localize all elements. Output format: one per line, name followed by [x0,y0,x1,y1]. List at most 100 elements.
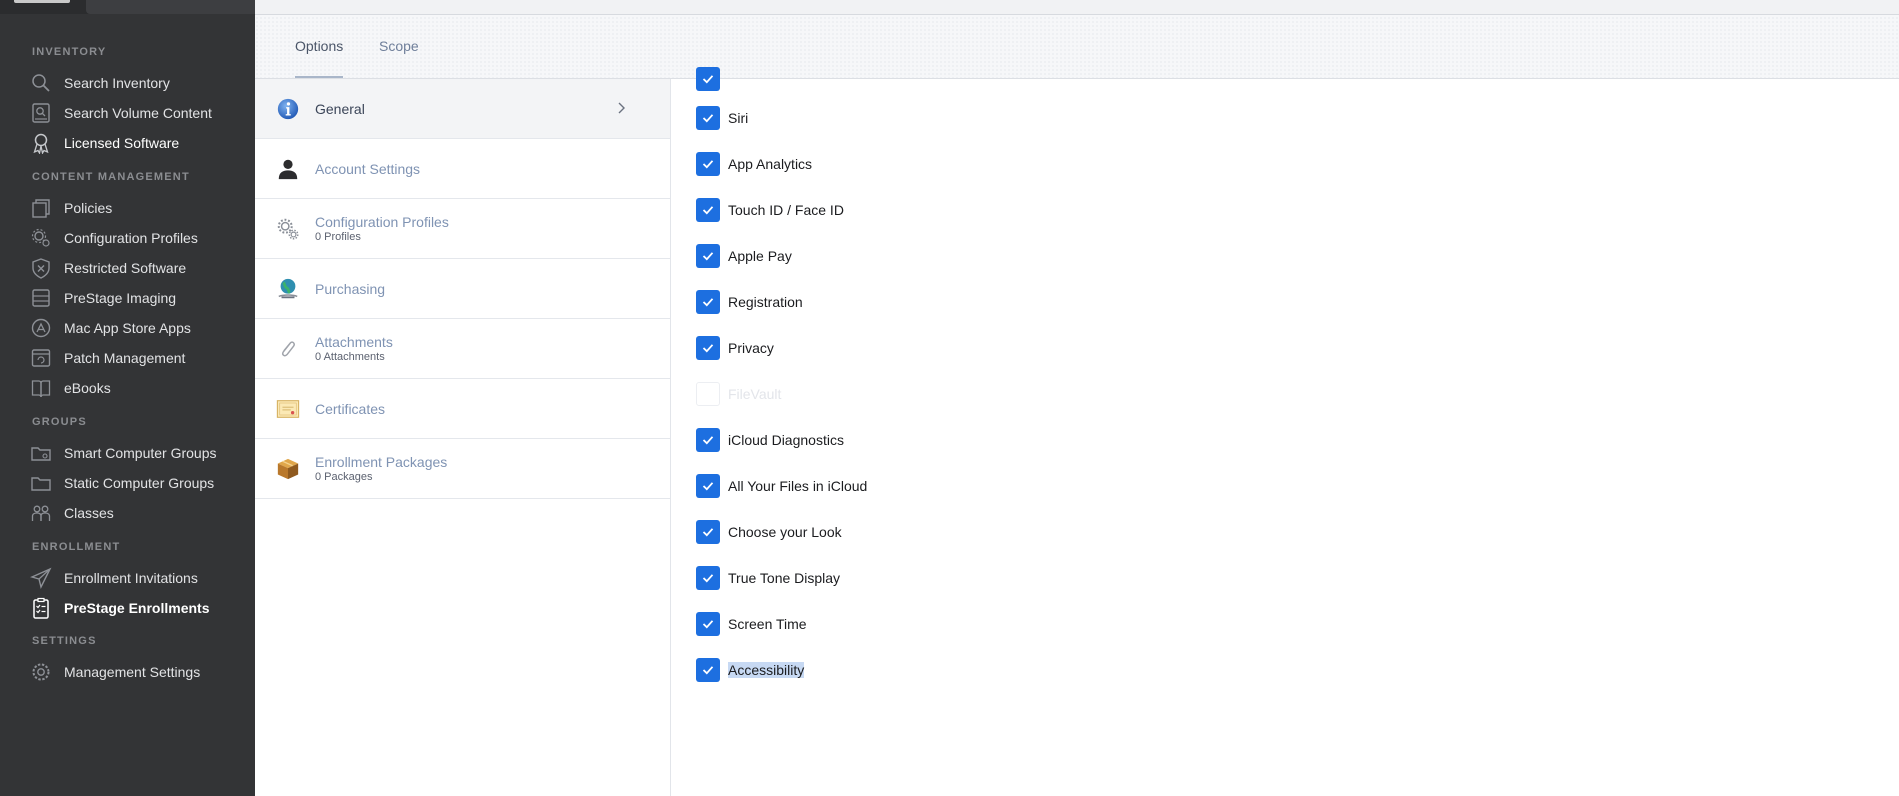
nav-section-inventory: INVENTORY [32,46,107,58]
sidebar-item-label: Patch Management [64,350,186,366]
option-checkbox-disabled [696,382,720,406]
sidebar-item-label: Configuration Profiles [64,230,198,246]
gears-icon [30,227,52,249]
option-label: Screen Time [728,616,807,632]
globe-icon [275,276,301,302]
option-choose-your-look[interactable]: Choose your Look [696,519,842,545]
payload-purchasing[interactable]: Purchasing [255,259,670,319]
tab-scope[interactable]: Scope [379,38,419,78]
sidebar-item-configuration-profiles[interactable]: Configuration Profiles [0,223,255,253]
payload-configuration-profiles[interactable]: Configuration Profiles 0 Profiles [255,199,670,259]
option-checkbox[interactable] [696,67,720,91]
sidebar-item-search-inventory[interactable]: Search Inventory [0,68,255,98]
option-siri[interactable]: Siri [696,105,748,131]
option-checkbox[interactable] [696,290,720,314]
payload-general[interactable]: General [255,79,670,139]
sidebar-item-patch-management[interactable]: Patch Management [0,343,255,373]
search-icon [30,72,52,94]
option-touch-id-face-id[interactable]: Touch ID / Face ID [696,197,844,223]
option-checkbox[interactable] [696,474,720,498]
checkmark-icon [702,528,714,537]
sidebar-item-label: Static Computer Groups [64,475,215,491]
sidebar-item-management-settings[interactable]: Management Settings [0,657,255,687]
option-label: App Analytics [728,156,813,172]
sidebar-item-policies[interactable]: Policies [0,193,255,223]
option-true-tone-display[interactable]: True Tone Display [696,565,840,591]
option-checkbox[interactable] [696,152,720,176]
payload-attachments[interactable]: Attachments 0 Attachments [255,319,670,379]
sidebar-item-enrollment-invitations[interactable]: Enrollment Invitations [0,563,255,593]
info-icon [275,96,301,122]
sidebar-item-smart-computer-groups[interactable]: Smart Computer Groups [0,438,255,468]
option-apple-pay[interactable]: Apple Pay [696,243,792,269]
option-privacy[interactable]: Privacy [696,335,774,361]
checkmark-icon [702,436,714,445]
certificate-icon [275,396,301,422]
option-screen-time[interactable]: Screen Time [696,611,807,637]
license-ribbon-icon [30,132,52,154]
option-checkbox[interactable] [696,244,720,268]
payload-certificates[interactable]: Certificates [255,379,670,439]
option-icloud-diagnostics[interactable]: iCloud Diagnostics [696,427,844,453]
people-icon [30,502,52,524]
payload-account-settings[interactable]: Account Settings [255,139,670,199]
option-label: Apple Pay [728,248,792,264]
payload-title: Attachments [315,334,393,350]
sidebar-item-static-computer-groups[interactable]: Static Computer Groups [0,468,255,498]
sidebar-item-label: Smart Computer Groups [64,445,217,461]
checkmark-icon [702,75,714,84]
option-app-analytics[interactable]: App Analytics [696,151,812,177]
option-registration[interactable]: Registration [696,289,803,315]
nav-section-content-management: CONTENT MANAGEMENT [32,171,190,183]
payload-subtitle: 0 Packages [315,471,373,483]
payload-title: Account Settings [315,160,421,177]
option-label: Touch ID / Face ID [728,202,844,218]
checkmark-icon [702,298,714,307]
option-label: Siri [728,110,749,126]
option-checkbox[interactable] [696,106,720,130]
sidebar-item-search-volume-content[interactable]: Search Volume Content [0,98,255,128]
payload-list: General Account Settings Configuration P… [255,79,671,796]
payload-enrollment-packages[interactable]: Enrollment Packages 0 Packages [255,439,670,499]
sidebar-item-ebooks[interactable]: eBooks [0,373,255,403]
payload-subtitle: 0 Attachments [315,351,385,363]
option-all-your-files-in-icloud[interactable]: All Your Files in iCloud [696,473,867,499]
smart-folder-icon [30,442,52,464]
sidebar-item-label: Policies [64,200,113,216]
sidebar: INVENTORY Search Inventory Search Volume… [0,0,255,796]
checkmark-icon [702,666,714,675]
option-checkbox[interactable] [696,658,720,682]
nav-section-enrollment: ENROLLMENT [32,541,121,553]
payload-title: General [315,100,365,117]
sidebar-item-label: Licensed Software [64,135,180,151]
sidebar-item-prestage-enrollments[interactable]: PreStage Enrollments [0,593,255,623]
option-checkbox[interactable] [696,612,720,636]
option-filevault: FileVault [696,381,781,407]
sidebar-item-licensed-software[interactable]: Licensed Software [0,128,255,158]
payload-title: Purchasing [315,280,386,297]
global-search-field[interactable] [86,0,255,14]
folder-icon [30,472,52,494]
sidebar-item-label: Classes [64,505,114,521]
payload-subtitle: 0 Profiles [315,231,361,243]
brand-logo[interactable] [14,0,70,3]
option-label: Privacy [728,340,774,356]
option-checkbox[interactable] [696,428,720,452]
option-accessibility[interactable]: Accessibility [696,657,805,683]
option-row-partial[interactable] [696,66,720,92]
option-checkbox[interactable] [696,198,720,222]
option-checkbox[interactable] [696,566,720,590]
sidebar-item-label: Management Settings [64,664,201,680]
option-label: Registration [728,294,803,310]
checkmark-icon [702,206,714,215]
sidebar-item-label: PreStage Imaging [64,290,177,306]
option-checkbox[interactable] [696,336,720,360]
checkmark-icon [702,114,714,123]
sidebar-item-mac-app-store-apps[interactable]: Mac App Store Apps [0,313,255,343]
sidebar-item-prestage-imaging[interactable]: PreStage Imaging [0,283,255,313]
option-checkbox[interactable] [696,520,720,544]
sidebar-item-restricted-software[interactable]: Restricted Software [0,253,255,283]
sidebar-item-label: Restricted Software [64,260,187,276]
tab-options[interactable]: Options [295,38,344,78]
sidebar-item-classes[interactable]: Classes [0,498,255,528]
